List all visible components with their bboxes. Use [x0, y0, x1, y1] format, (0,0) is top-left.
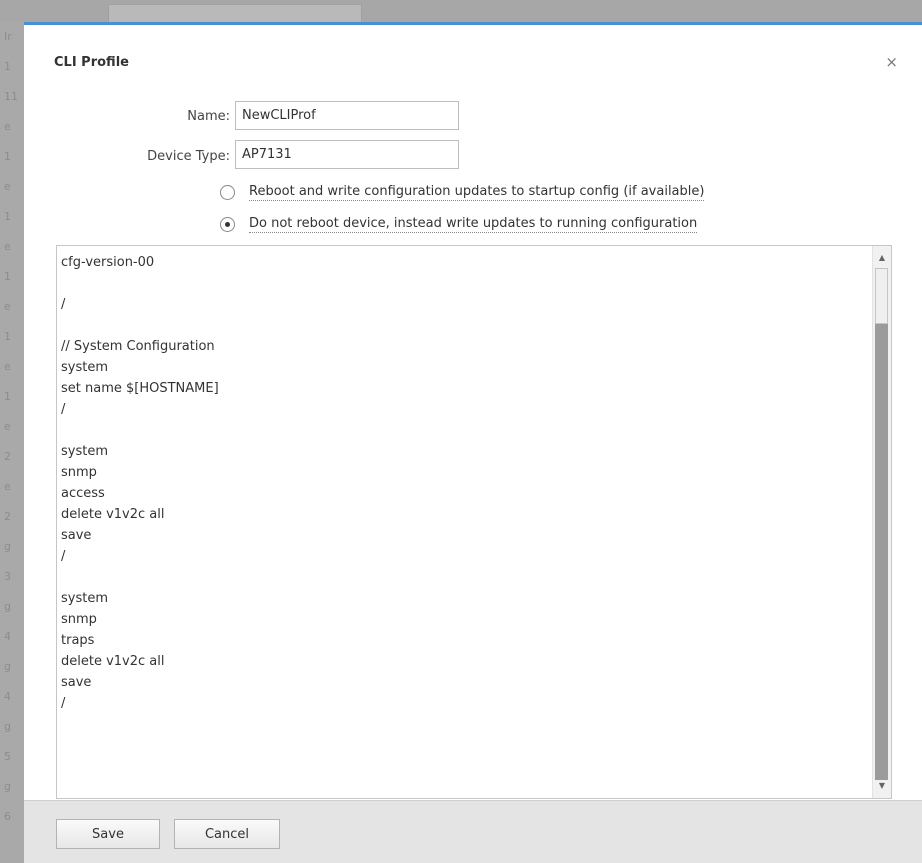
name-field[interactable] [235, 101, 459, 130]
cli-script-text[interactable]: cfg-version-00 / // System Configuration… [61, 252, 865, 794]
background-sidebar-glyph: e [4, 480, 11, 493]
textarea-scrollbar[interactable]: ▲ ▼ [872, 246, 891, 798]
background-sidebar-glyph: g [4, 540, 11, 553]
background-sidebar-glyph: 6 [4, 810, 11, 823]
close-icon[interactable]: × [885, 53, 898, 71]
background-app-sidebar: Ir 1 11 e 1 e 1 e 1 e 1 e 1 e 2 e 2 g 3 g 4 g 4 g 5 g 6 [0, 22, 24, 863]
radio-no-reboot-label: Do not reboot device, instead write upda… [249, 215, 698, 233]
background-sidebar-glyph: 1 [4, 210, 11, 223]
background-sidebar-glyph: 11 [4, 90, 18, 103]
background-sidebar-glyph: 1 [4, 60, 11, 73]
name-label: Name: [187, 109, 230, 124]
background-sidebar-glyph: 1 [4, 390, 11, 403]
dialog-footer: Save Cancel [24, 800, 922, 863]
device-type-field[interactable] [235, 140, 459, 169]
background-sidebar-glyph: 4 [4, 630, 11, 643]
scroll-up-icon[interactable]: ▲ [873, 250, 891, 266]
save-button[interactable]: Save [56, 819, 160, 849]
scroll-down-icon[interactable]: ▼ [873, 778, 891, 794]
background-sidebar-glyph: e [4, 360, 11, 373]
background-sidebar-glyph: 1 [4, 150, 11, 163]
background-sidebar-glyph: 1 [4, 330, 11, 343]
background-sidebar-glyph: 3 [4, 570, 11, 583]
cancel-button[interactable]: Cancel [174, 819, 280, 849]
background-sidebar-glyph: 5 [4, 750, 11, 763]
scrollbar-thumb[interactable] [875, 268, 888, 324]
background-sidebar-glyph: g [4, 720, 11, 733]
radio-no-reboot[interactable] [220, 216, 235, 232]
background-sidebar-glyph: e [4, 420, 11, 433]
background-sidebar-glyph: g [4, 600, 11, 613]
cli-profile-dialog: CLI Profile × Name: Device Type: Reboot … [24, 22, 922, 863]
background-sidebar-glyph: g [4, 660, 11, 673]
background-sidebar-glyph: 4 [4, 690, 11, 703]
radio-option-no-reboot[interactable]: Do not reboot device, instead write upda… [220, 214, 698, 234]
background-sidebar-glyph: e [4, 180, 11, 193]
background-sidebar-glyph: g [4, 780, 11, 793]
scrollbar-track[interactable] [875, 324, 888, 780]
background-sidebar-glyph: 2 [4, 510, 11, 523]
radio-option-reboot[interactable]: Reboot and write configuration updates t… [220, 182, 705, 202]
device-type-label: Device Type: [147, 149, 230, 164]
background-sidebar-glyph: e [4, 300, 11, 313]
radio-reboot-label: Reboot and write configuration updates t… [249, 183, 705, 201]
background-sidebar-glyph: e [4, 120, 11, 133]
background-app-tab [108, 4, 362, 23]
background-sidebar-glyph: 1 [4, 270, 11, 283]
cli-script-textarea[interactable]: cfg-version-00 / // System Configuration… [56, 245, 892, 799]
background-sidebar-glyph: Ir [4, 30, 12, 43]
radio-reboot[interactable] [220, 184, 235, 200]
background-sidebar-glyph: 2 [4, 450, 11, 463]
background-sidebar-glyph: e [4, 240, 11, 253]
dialog-title: CLI Profile [54, 55, 129, 70]
